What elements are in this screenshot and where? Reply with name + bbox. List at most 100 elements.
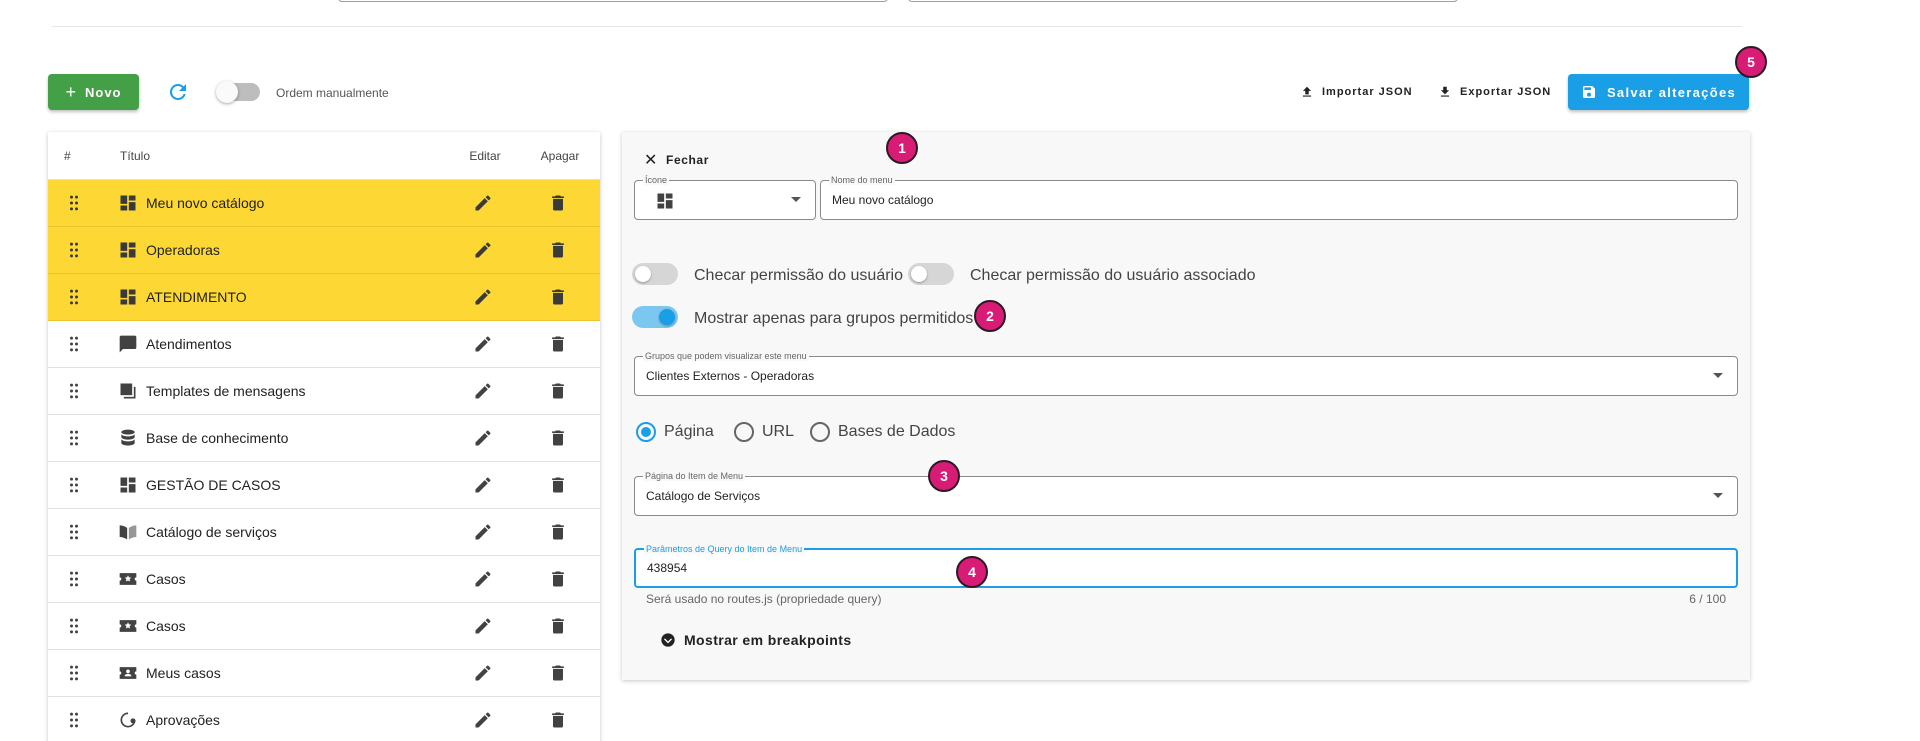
- check-associated-user-permission-switch[interactable]: [908, 260, 954, 285]
- trash-icon: [552, 712, 564, 728]
- pencil-icon: [475, 524, 491, 540]
- row-title-cell: Catálogo de serviços: [118, 522, 448, 542]
- table-body: Meu novo catálogo Operadoras ATENDIMENTO At…: [48, 180, 600, 741]
- approval-icon: [120, 712, 136, 728]
- drag-handle[interactable]: [48, 287, 120, 307]
- row-title: Templates de mensagens: [146, 383, 306, 399]
- row-title-cell: Meu novo catálogo: [118, 193, 448, 213]
- export-json-label: Exportar JSON: [1460, 86, 1552, 98]
- row-title: Base de conhecimento: [146, 430, 289, 446]
- delete-button[interactable]: [518, 522, 598, 542]
- drag-handle[interactable]: [48, 710, 120, 730]
- drag-handle[interactable]: [48, 193, 120, 213]
- drag-handle[interactable]: [48, 569, 120, 589]
- table-row[interactable]: Base de conhecimento: [48, 415, 600, 462]
- drag-handle[interactable]: [48, 381, 120, 401]
- query-params-label: Parâmetros de Query do Item de Menu: [644, 544, 805, 554]
- new-button[interactable]: + Novo: [48, 74, 139, 110]
- close-button[interactable]: ✕ Fechar: [644, 150, 709, 170]
- top-filter-input-2[interactable]: [908, 0, 1458, 2]
- dashboard-icon: [120, 195, 136, 211]
- edit-button[interactable]: [448, 475, 518, 495]
- delete-button[interactable]: [518, 240, 598, 260]
- radio-databases-dot: [810, 422, 830, 442]
- table-row[interactable]: GESTÃO DE CASOS: [48, 462, 600, 509]
- pencil-icon: [475, 242, 491, 258]
- menu-page-value: Catálogo de Serviços: [646, 489, 761, 503]
- check-user-permission-switch[interactable]: [632, 260, 678, 285]
- table-row[interactable]: Operadoras: [48, 227, 600, 274]
- delete-button[interactable]: [518, 569, 598, 589]
- delete-button[interactable]: [518, 475, 598, 495]
- top-filter-input-1[interactable]: [338, 0, 888, 2]
- table-row[interactable]: Meus casos: [48, 650, 600, 697]
- chevron-down-icon: [1713, 373, 1723, 378]
- delete-button[interactable]: [518, 428, 598, 448]
- menu-items-table: # Título Editar Apagar Meu novo catálogo…: [48, 132, 600, 741]
- drag-handle[interactable]: [48, 616, 120, 636]
- save-changes-button[interactable]: Salvar alterações: [1568, 74, 1749, 110]
- top-divider: [52, 26, 1742, 27]
- drag-icon: [70, 524, 78, 540]
- edit-button[interactable]: [448, 710, 518, 730]
- allowed-groups-select[interactable]: Grupos que podem visualizar este menu Cl…: [634, 351, 1738, 396]
- row-title-cell: Aprovações: [118, 710, 448, 730]
- book-icon: [119, 525, 137, 540]
- manual-order-toggle[interactable]: [216, 81, 260, 103]
- drag-icon: [70, 477, 78, 493]
- delete-button[interactable]: [518, 287, 598, 307]
- edit-button[interactable]: [448, 522, 518, 542]
- delete-button[interactable]: [518, 663, 598, 683]
- delete-button[interactable]: [518, 710, 598, 730]
- table-row[interactable]: Atendimentos: [48, 321, 600, 368]
- table-row[interactable]: Templates de mensagens: [48, 368, 600, 415]
- drag-handle[interactable]: [48, 475, 120, 495]
- delete-button[interactable]: [518, 616, 598, 636]
- menu-item-editor: ✕ Fechar 1 Ícone Nome do menu Meu novo c…: [622, 132, 1750, 680]
- table-row[interactable]: Catálogo de serviços: [48, 509, 600, 556]
- export-json-button[interactable]: Exportar JSON: [1438, 80, 1551, 104]
- radio-databases[interactable]: Bases de Dados: [810, 422, 955, 442]
- database-icon: [121, 429, 135, 446]
- table-row[interactable]: Meu novo catálogo: [48, 180, 600, 227]
- menu-page-select[interactable]: Página do Item de Menu Catálogo de Servi…: [634, 471, 1738, 516]
- edit-button[interactable]: [448, 616, 518, 636]
- table-row[interactable]: Casos: [48, 603, 600, 650]
- drag-handle[interactable]: [48, 663, 120, 683]
- drag-handle[interactable]: [48, 522, 120, 542]
- drag-handle[interactable]: [48, 428, 120, 448]
- table-row[interactable]: Casos: [48, 556, 600, 603]
- delete-button[interactable]: [518, 334, 598, 354]
- radio-url[interactable]: URL: [734, 422, 794, 442]
- drag-handle[interactable]: [48, 240, 120, 260]
- edit-button[interactable]: [448, 334, 518, 354]
- header-delete: Apagar: [540, 148, 580, 163]
- row-title: GESTÃO DE CASOS: [146, 477, 281, 493]
- import-json-button[interactable]: Importar JSON: [1300, 80, 1413, 104]
- table-row[interactable]: Aprovações: [48, 697, 600, 741]
- query-params-field[interactable]: Parâmetros de Query do Item de Menu 4389…: [634, 544, 1738, 588]
- show-breakpoints-expander[interactable]: Mostrar em breakpoints: [660, 632, 852, 648]
- row-title-cell: GESTÃO DE CASOS: [118, 475, 448, 495]
- delete-button[interactable]: [518, 193, 598, 213]
- pencil-icon: [475, 712, 491, 728]
- edit-button[interactable]: [448, 663, 518, 683]
- edit-button[interactable]: [448, 381, 518, 401]
- table-row[interactable]: ATENDIMENTO: [48, 274, 600, 321]
- icon-select[interactable]: Ícone: [634, 175, 816, 220]
- edit-button[interactable]: [448, 569, 518, 589]
- radio-page[interactable]: Página: [636, 422, 714, 442]
- refresh-icon[interactable]: [166, 80, 190, 104]
- edit-button[interactable]: [448, 240, 518, 260]
- edit-button[interactable]: [448, 193, 518, 213]
- edit-button[interactable]: [448, 428, 518, 448]
- delete-button[interactable]: [518, 381, 598, 401]
- drag-handle[interactable]: [48, 334, 120, 354]
- edit-button[interactable]: [448, 287, 518, 307]
- show-allowed-groups-switch[interactable]: [632, 303, 678, 328]
- trash-icon: [552, 524, 564, 540]
- menu-name-field[interactable]: Nome do menu Meu novo catálogo: [820, 175, 1738, 220]
- drag-icon: [70, 571, 78, 587]
- row-title-cell: Casos: [118, 569, 448, 589]
- pencil-icon: [475, 571, 491, 587]
